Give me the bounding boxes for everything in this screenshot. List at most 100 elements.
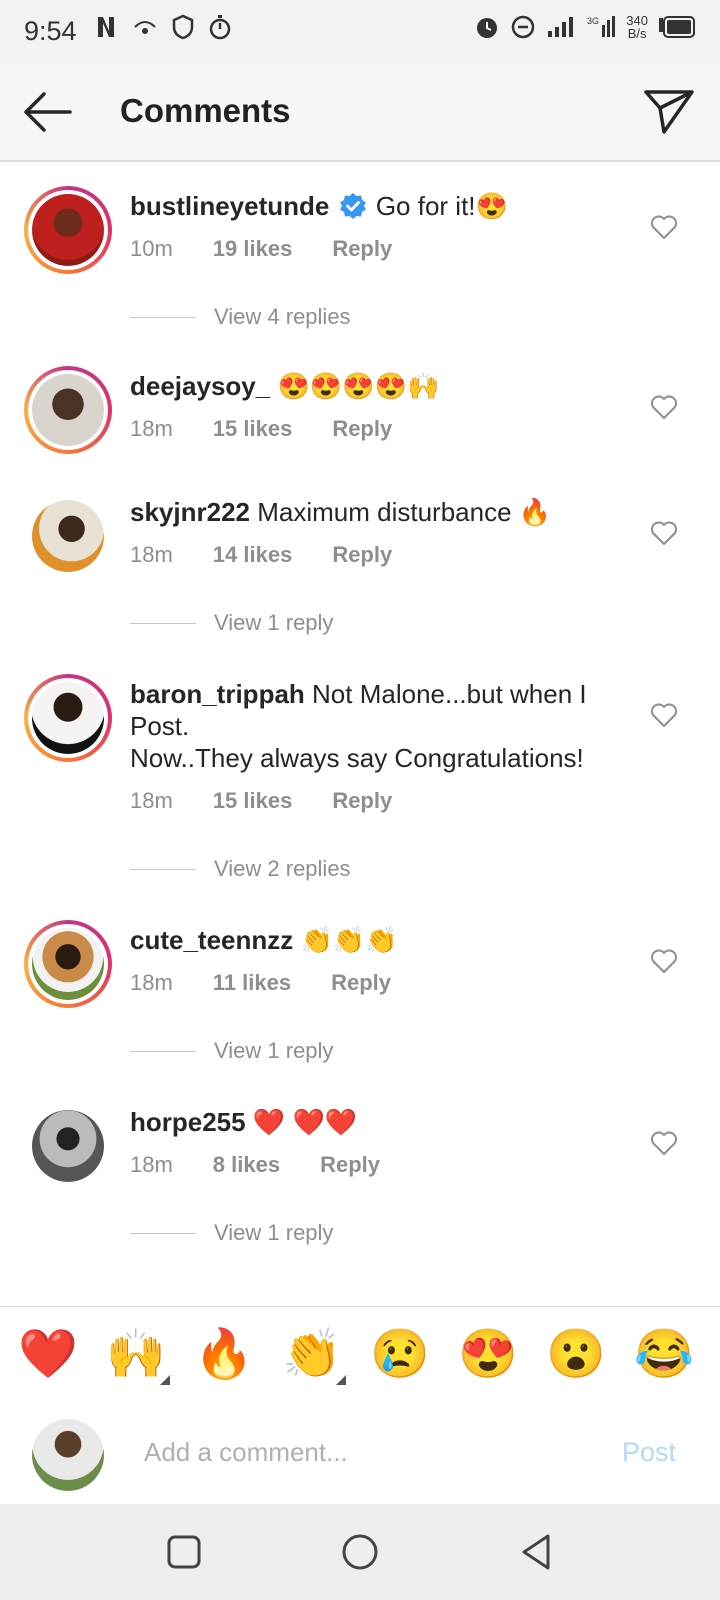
reply-button[interactable]: Reply bbox=[320, 1152, 380, 1178]
avatar[interactable] bbox=[24, 674, 112, 762]
emoji-raised-hands[interactable]: 🙌 bbox=[106, 1327, 166, 1383]
comment-username[interactable]: cute_teennzz bbox=[130, 925, 293, 955]
reply-button[interactable]: Reply bbox=[332, 416, 392, 442]
divider-line bbox=[130, 1050, 196, 1052]
comment-meta: 18m 8 likes Reply bbox=[130, 1152, 380, 1178]
view-replies-label: View 4 replies bbox=[214, 304, 351, 329]
comment-text: bustlineyetunde Go for it!😍 bbox=[130, 190, 620, 222]
heart-icon[interactable] bbox=[650, 702, 678, 728]
divider-line bbox=[130, 622, 196, 624]
reply-button[interactable]: Reply bbox=[332, 542, 392, 568]
svg-text:3G: 3G bbox=[587, 16, 599, 26]
comment-likes[interactable]: 15 likes bbox=[213, 416, 293, 442]
heart-icon[interactable] bbox=[650, 520, 678, 546]
status-time: 9:54 bbox=[24, 16, 77, 46]
home-icon[interactable] bbox=[340, 1532, 380, 1572]
comments-header: Comments bbox=[0, 64, 720, 162]
view-replies-button[interactable]: View 2 replies bbox=[130, 856, 351, 882]
avatar[interactable] bbox=[24, 186, 112, 274]
skin-tone-indicator-icon bbox=[160, 1375, 170, 1385]
comment-meta: 10m 19 likes Reply bbox=[130, 236, 392, 262]
emoji-laughing[interactable]: 😂 bbox=[634, 1327, 694, 1383]
comment-time: 18m bbox=[130, 970, 173, 995]
page-title: Comments bbox=[120, 92, 291, 129]
skin-tone-indicator-icon bbox=[336, 1375, 346, 1385]
view-replies-button[interactable]: View 4 replies bbox=[130, 304, 351, 330]
divider-line bbox=[130, 1232, 196, 1234]
comment-body: Maximum disturbance 🔥 bbox=[257, 497, 552, 527]
current-user-avatar bbox=[32, 1419, 104, 1491]
wifi-share-icon bbox=[134, 21, 156, 34]
signal-3g-icon: 3G bbox=[587, 16, 616, 37]
reply-button[interactable]: Reply bbox=[332, 788, 392, 814]
comment-body: ❤️ ❤️❤️ bbox=[252, 1107, 358, 1137]
view-replies-button[interactable]: View 1 reply bbox=[130, 1038, 333, 1064]
comment-likes[interactable]: 15 likes bbox=[213, 788, 293, 814]
heart-icon[interactable] bbox=[650, 394, 678, 420]
divider-line bbox=[130, 316, 196, 318]
avatar[interactable] bbox=[32, 1110, 104, 1182]
do-not-disturb-icon bbox=[512, 15, 535, 39]
view-replies-button[interactable]: View 1 reply bbox=[130, 1220, 333, 1246]
comment-username[interactable]: horpe255 bbox=[130, 1107, 246, 1137]
view-replies-label: View 1 reply bbox=[214, 610, 334, 635]
comment-meta: 18m 14 likes Reply bbox=[130, 542, 392, 568]
back-arrow-icon[interactable] bbox=[20, 86, 74, 138]
network-speed-unit: B/s bbox=[627, 26, 647, 41]
comment-body: Go for it!😍 bbox=[375, 191, 508, 221]
signal-icon bbox=[548, 17, 574, 37]
network-speed: 340 B/s bbox=[626, 14, 648, 40]
comment-time: 18m bbox=[130, 1152, 173, 1177]
view-replies-label: View 1 reply bbox=[214, 1038, 334, 1063]
reply-button[interactable]: Reply bbox=[331, 970, 391, 996]
emoji-heart-eyes[interactable]: 😍 bbox=[458, 1327, 518, 1383]
avatar[interactable] bbox=[32, 500, 104, 572]
comment-likes[interactable]: 19 likes bbox=[213, 236, 293, 262]
timer-icon bbox=[209, 15, 231, 40]
comment-time: 18m bbox=[130, 788, 173, 813]
comment-likes[interactable]: 8 likes bbox=[213, 1152, 280, 1178]
comment-username[interactable]: bustlineyetunde bbox=[130, 191, 329, 221]
alarm-icon bbox=[477, 18, 498, 38]
comment-likes[interactable]: 14 likes bbox=[213, 542, 293, 568]
comment-meta: 18m 15 likes Reply bbox=[130, 416, 392, 442]
comment-text: baron_trippah Not Malone...but when I Po… bbox=[130, 678, 620, 774]
view-replies-label: View 1 reply bbox=[214, 1220, 334, 1245]
avatar[interactable] bbox=[24, 920, 112, 1008]
shield-icon bbox=[172, 14, 194, 40]
emoji-surprised[interactable]: 😮 bbox=[546, 1327, 606, 1383]
comment-composer: Add a comment... Post bbox=[0, 1403, 720, 1503]
status-bar: 9:54 3G 340 B/s bbox=[0, 0, 720, 64]
heart-icon[interactable] bbox=[650, 1130, 678, 1156]
view-replies-label: View 2 replies bbox=[214, 856, 351, 881]
system-nav-bar bbox=[0, 1504, 720, 1600]
heart-icon[interactable] bbox=[650, 948, 678, 974]
back-icon[interactable] bbox=[516, 1532, 556, 1572]
comment-body: 😍😍😍😍🙌 bbox=[277, 371, 440, 401]
emoji-crying[interactable]: 😢 bbox=[370, 1327, 430, 1383]
battery-icon bbox=[659, 16, 695, 38]
comment-text: skyjnr222 Maximum disturbance 🔥 bbox=[130, 496, 620, 528]
heart-icon[interactable] bbox=[650, 214, 678, 240]
comment-time: 18m bbox=[130, 416, 173, 441]
comment-input[interactable]: Add a comment... bbox=[144, 1437, 348, 1468]
comment-time: 18m bbox=[130, 542, 173, 567]
comment-meta: 18m 11 likes Reply bbox=[130, 970, 391, 996]
comment-likes[interactable]: 11 likes bbox=[213, 970, 291, 996]
direct-send-icon[interactable] bbox=[642, 86, 696, 138]
reply-button[interactable]: Reply bbox=[332, 236, 392, 262]
recent-apps-icon[interactable] bbox=[164, 1532, 204, 1572]
emoji-heart[interactable]: ❤️ bbox=[18, 1327, 78, 1383]
emoji-fire[interactable]: 🔥 bbox=[194, 1327, 254, 1383]
comment-time: 10m bbox=[130, 236, 173, 261]
view-replies-button[interactable]: View 1 reply bbox=[130, 610, 333, 636]
comment-username[interactable]: baron_trippah bbox=[130, 679, 305, 709]
avatar[interactable] bbox=[24, 366, 112, 454]
emoji-clap[interactable]: 👏 bbox=[282, 1327, 342, 1383]
comment-username[interactable]: deejaysoy_ bbox=[130, 371, 270, 401]
comment-text: cute_teennzz 👏👏👏 bbox=[130, 924, 620, 956]
verified-badge-icon bbox=[339, 193, 366, 219]
post-button[interactable]: Post bbox=[622, 1437, 676, 1468]
comment-username[interactable]: skyjnr222 bbox=[130, 497, 250, 527]
comment-body: 👏👏👏 bbox=[300, 925, 398, 955]
